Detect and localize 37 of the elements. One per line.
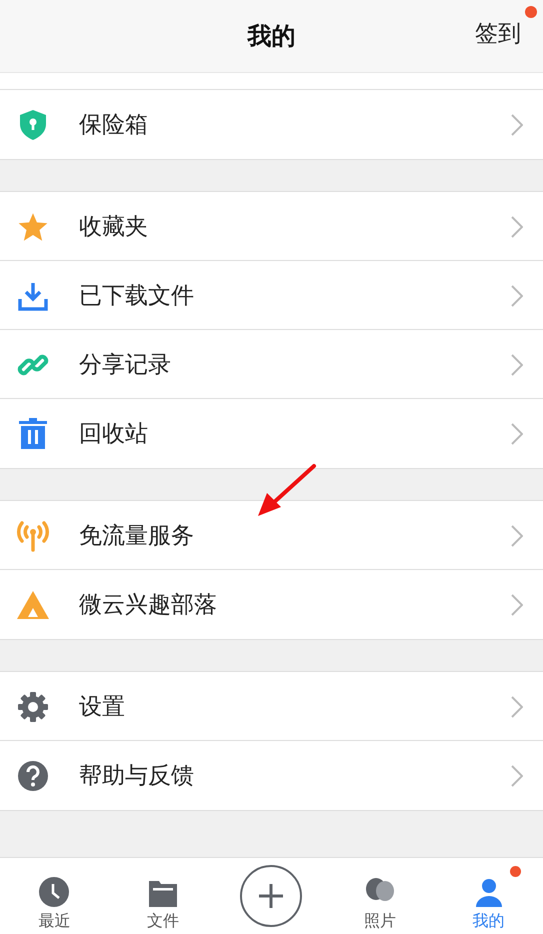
settings-icon (17, 690, 49, 722)
menu-item[interactable]: 已下载文件 (0, 261, 543, 330)
chevron-icon (511, 524, 523, 546)
chevron-icon (511, 114, 523, 136)
page-title: 我的 (248, 21, 296, 52)
download-icon (18, 280, 48, 310)
chevron-icon (511, 422, 523, 444)
tab[interactable]: 照片 (326, 858, 434, 934)
menu-item[interactable]: 免流量服务 (0, 501, 543, 570)
person-icon (474, 877, 504, 907)
tab[interactable]: 文件 (108, 858, 218, 934)
menu-item[interactable]: 设置 (0, 672, 543, 741)
tent-icon (16, 588, 50, 620)
tab[interactable]: 我的 (434, 858, 543, 934)
menu-item[interactable]: 保险箱 (0, 90, 543, 159)
help-icon (17, 760, 49, 792)
check-in-link[interactable]: 签到 (475, 18, 521, 49)
antenna-icon (16, 520, 50, 552)
plus-icon (258, 883, 284, 909)
chevron-icon (511, 696, 523, 718)
chevron-icon (511, 216, 523, 238)
menu-item[interactable]: 分享记录 (0, 330, 543, 399)
chevron-icon (511, 594, 523, 616)
clock-icon (39, 877, 70, 907)
folder-icon (148, 879, 177, 907)
chevron-icon (511, 764, 523, 786)
star-icon (17, 212, 49, 242)
menu-item[interactable]: 帮助与反馈 (0, 741, 543, 810)
shield-icon (19, 108, 47, 140)
menu-item[interactable]: 回收站 (0, 399, 543, 468)
arrow-annotation (257, 463, 317, 519)
tab[interactable]: 最近 (0, 858, 109, 934)
trash-icon (19, 418, 47, 450)
chevron-icon (511, 354, 523, 376)
chevron-icon (511, 284, 523, 306)
menu-item[interactable]: 收藏夹 (0, 192, 543, 261)
menu-item[interactable]: 微云兴趣部落 (0, 570, 543, 639)
